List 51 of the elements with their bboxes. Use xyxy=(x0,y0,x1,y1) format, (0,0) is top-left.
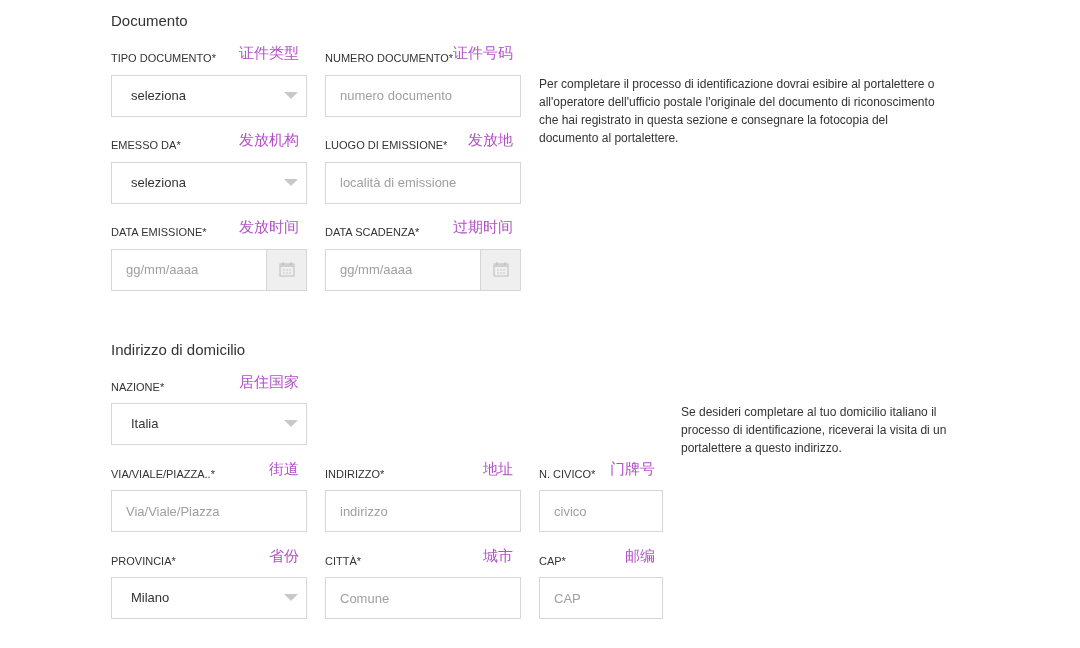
info-text: Se desideri completare al tuo domicilio italiano il processo di identificazione, riceverai la visita di un portalettere a questo indirizzo. xyxy=(681,404,948,457)
input-field[interactable]: località di emissione xyxy=(325,161,521,204)
input-field[interactable]: CAP xyxy=(539,577,663,619)
annotation: 居住国家 xyxy=(239,371,299,393)
select-field[interactable]: seleziona xyxy=(111,74,307,117)
select-field[interactable]: seleziona xyxy=(111,161,307,204)
calendar-icon xyxy=(492,262,509,277)
field-label: TIPO DOCUMENTO* xyxy=(111,51,216,66)
annotation: 发放机构 xyxy=(239,130,299,151)
field-label: CAP* xyxy=(539,553,566,569)
annotation: 街道 xyxy=(269,458,299,480)
date-field[interactable]: gg/mm/aaaa xyxy=(111,248,266,291)
caret-icon xyxy=(284,91,298,100)
annotation: 证件类型 xyxy=(239,43,299,64)
annotation: 发放时间 xyxy=(239,217,299,238)
calendar-icon xyxy=(278,262,295,277)
field-label: VIA/VIALE/PIAZZA..* xyxy=(111,466,215,482)
annotation: 证件号码 xyxy=(453,43,514,64)
field-label: NAZIONE* xyxy=(111,379,165,395)
caret-icon xyxy=(284,178,298,187)
input-field[interactable]: Comune xyxy=(325,577,521,619)
annotation: 城市 xyxy=(483,545,513,567)
caret-icon xyxy=(284,420,298,428)
calendar-button[interactable] xyxy=(480,248,521,291)
field-label: NUMERO DOCUMENTO* xyxy=(325,52,454,66)
field-label: PROVINCIA* xyxy=(111,553,176,569)
input-field[interactable]: civico xyxy=(539,490,663,532)
calendar-button[interactable] xyxy=(266,248,307,291)
select-field[interactable]: Italia xyxy=(111,403,307,445)
info-text: Per completare il processo di identificazione dovrai esibire al portalettere o all'operatore dell'ufficio postale l'originale del documento di riconoscimento che hai registrato in questa sezione e consegnare la fotocopia del documento al portalettere. xyxy=(539,75,936,147)
annotation: 过期时间 xyxy=(453,217,513,238)
field-label: LUOGO DI EMISSIONE* xyxy=(325,138,448,153)
section-title: Documento xyxy=(111,11,189,31)
field-label: N. CIVICO* xyxy=(539,466,596,482)
annotation: 地址 xyxy=(483,458,513,480)
select-field[interactable]: Milano xyxy=(111,577,307,619)
field-label: EMESSO DA* xyxy=(111,138,181,153)
input-field[interactable]: indirizzo xyxy=(325,490,521,532)
annotation: 邮编 xyxy=(625,545,655,567)
section-title: Indirizzo di domicilio xyxy=(111,339,247,360)
date-field[interactable]: gg/mm/aaaa xyxy=(325,248,480,291)
field-label: INDIRIZZO* xyxy=(325,466,385,482)
field-label: DATA EMISSIONE* xyxy=(111,225,207,240)
field-label: DATA SCADENZA* xyxy=(325,225,420,240)
annotation: 门牌号 xyxy=(610,458,655,480)
field-label: CITTÀ* xyxy=(325,553,362,569)
annotation: 发放地 xyxy=(468,130,513,151)
annotation: 省份 xyxy=(269,545,299,567)
input-field[interactable]: Via/Viale/Piazza xyxy=(111,490,307,532)
input-field[interactable]: numero documento xyxy=(325,74,521,117)
caret-icon xyxy=(284,594,298,602)
